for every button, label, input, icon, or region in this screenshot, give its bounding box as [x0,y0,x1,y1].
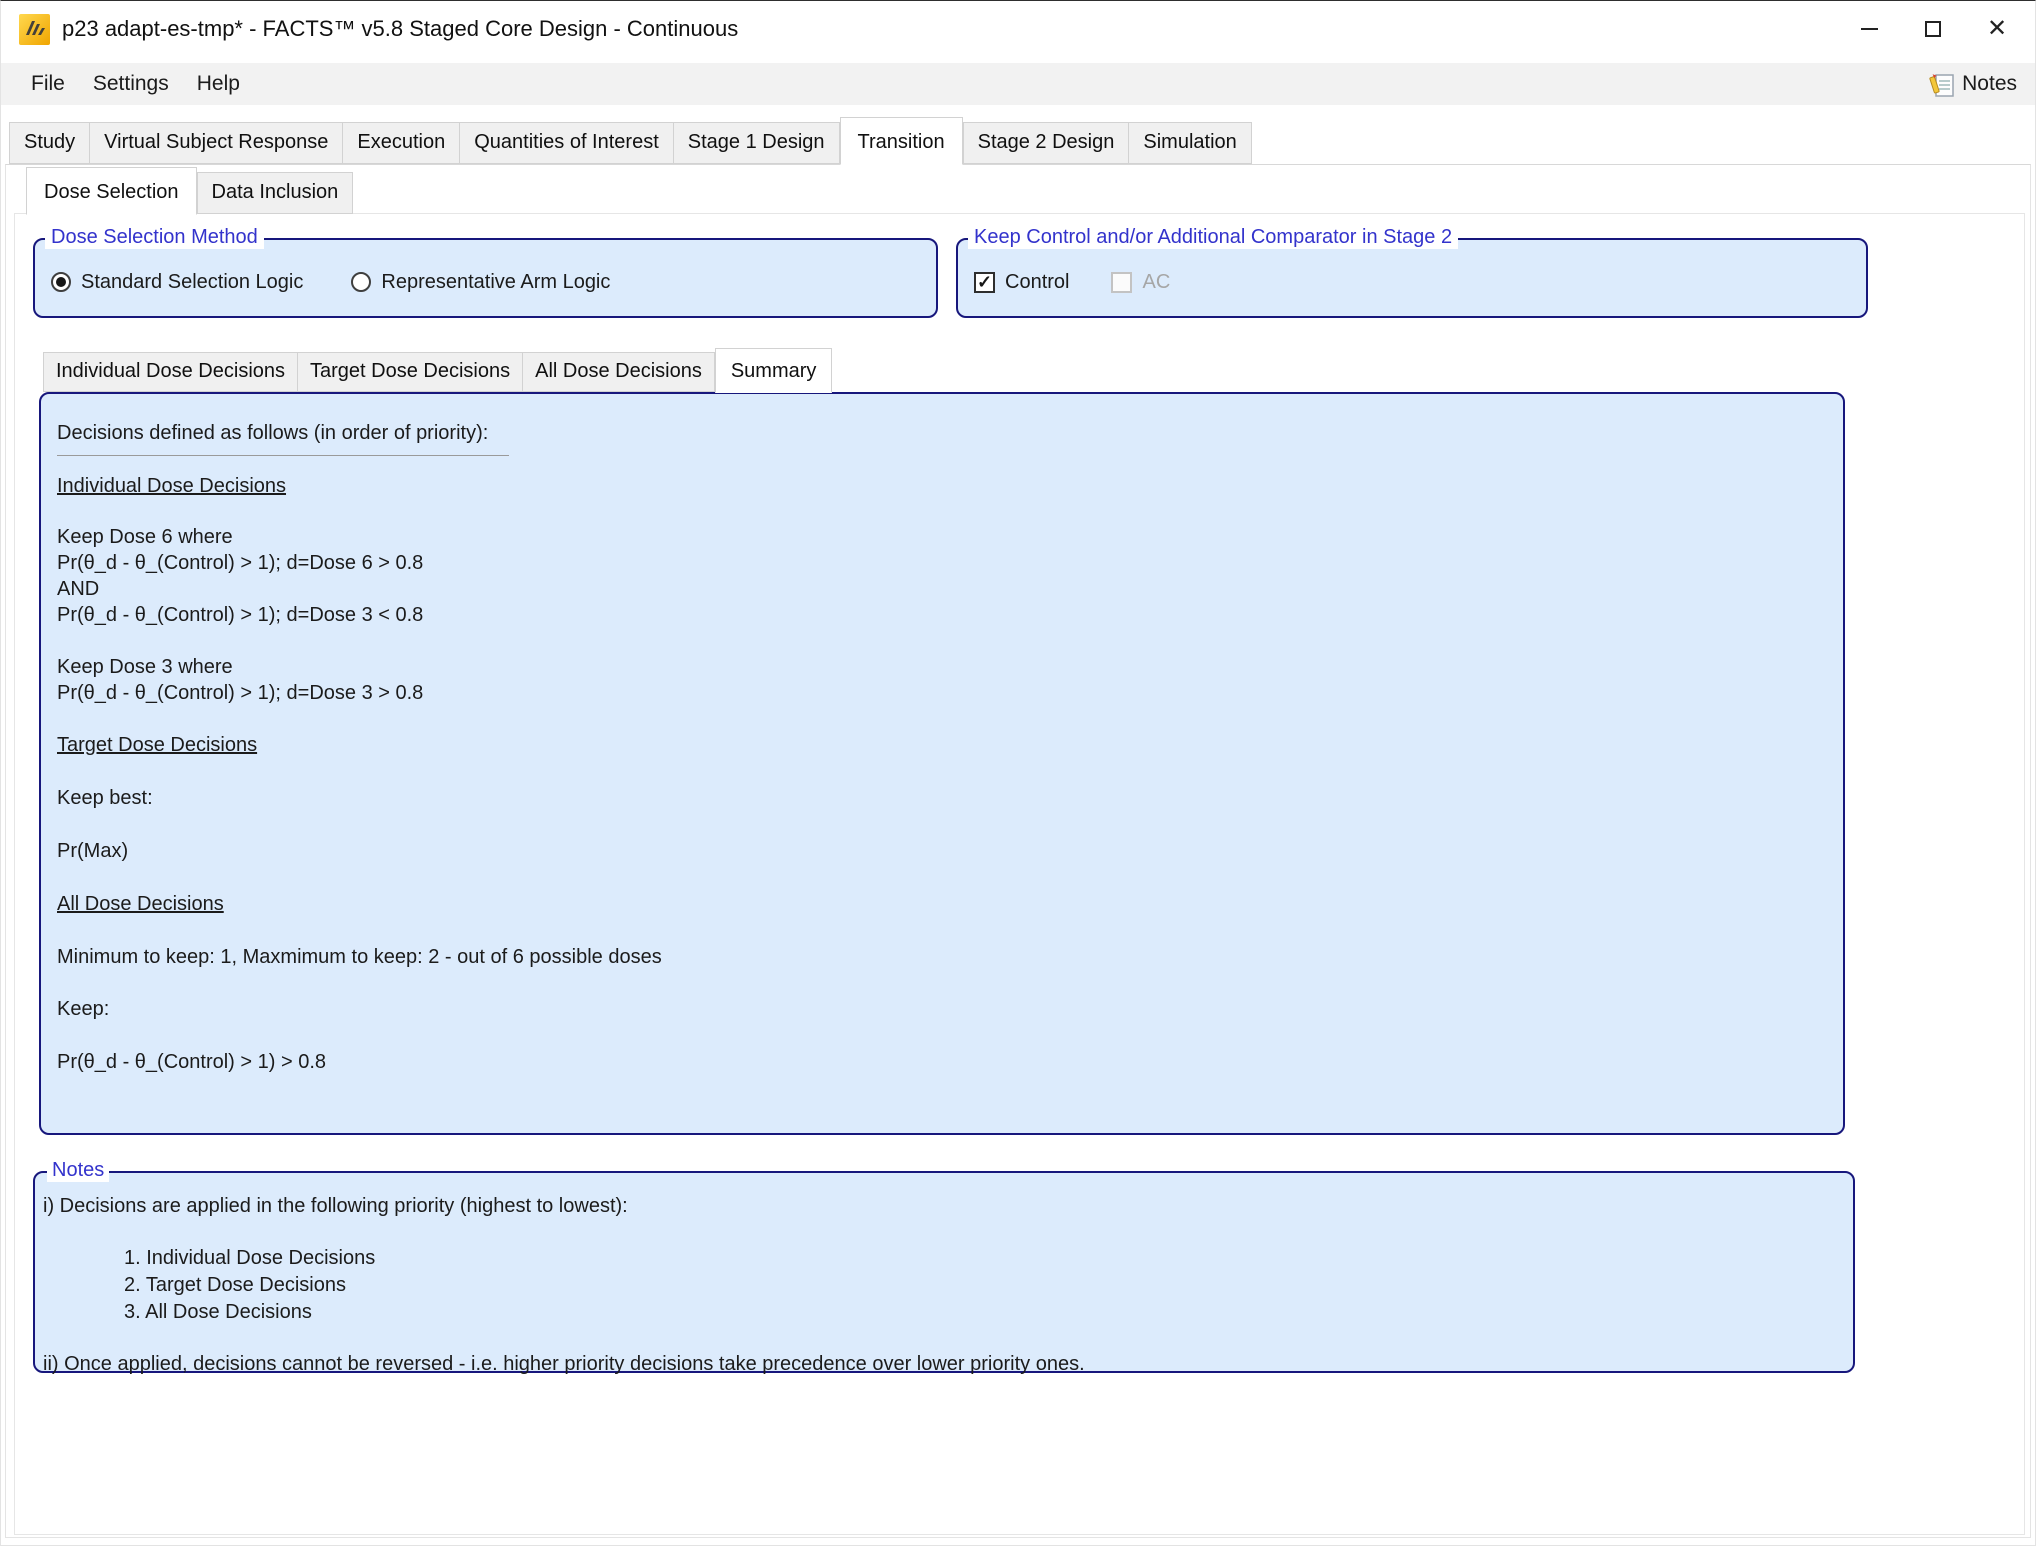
target-criterion-line: Pr(Max) [57,838,1819,864]
title-bar: p23 adapt-es-tmp* - FACTS™ v5.8 Staged C… [1,1,2035,57]
individual-dose-decisions-heading: Individual Dose Decisions [57,473,1819,499]
menu-help[interactable]: Help [183,72,254,96]
menu-bar: File Settings Help Notes [1,63,2035,105]
window-title: p23 adapt-es-tmp* - FACTS™ v5.8 Staged C… [62,16,738,42]
rule-line: Pr(θ_d - θ_(Control) > 1); d=Dose 3 > 0.… [57,680,1819,706]
dose-selection-method-options: Standard Selection Logic Representative … [35,240,936,316]
radio-selected-icon[interactable] [51,272,71,292]
sub-tab-bar: Dose Selection Data Inclusion [26,167,2030,214]
tab-stage-2-design[interactable]: Stage 2 Design [963,122,1130,164]
all-dose-decisions-heading: All Dose Decisions [57,891,1819,917]
target-keep-best-line: Keep best: [57,785,1819,811]
window-controls: ✕ [1837,1,2029,57]
radio-representative-arm-logic[interactable]: Representative Arm Logic [351,271,610,294]
notes-footer: ii) Once applied, decisions cannot be re… [43,1351,1833,1377]
radio-representative-arm-logic-label: Representative Arm Logic [381,271,610,294]
tab-target-dose-decisions[interactable]: Target Dose Decisions [298,352,523,392]
tab-study[interactable]: Study [9,122,90,164]
tab-data-inclusion[interactable]: Data Inclusion [197,172,354,214]
checkbox-disabled-icon [1111,272,1132,293]
checkbox-ac-label: AC [1142,271,1170,294]
checkbox-checked-icon[interactable] [974,272,995,293]
checkbox-control-label: Control [1005,271,1069,294]
radio-standard-selection-logic[interactable]: Standard Selection Logic [51,271,303,294]
decision-tab-bar: Individual Dose Decisions Target Dose De… [43,348,2024,392]
notes-priority-list: 1. Individual Dose Decisions 2. Target D… [124,1245,1833,1326]
notes-group-title: Notes [47,1159,109,1182]
maximize-icon[interactable] [1901,1,1965,57]
tab-stage-1-design[interactable]: Stage 1 Design [674,122,840,164]
tab-dose-selection[interactable]: Dose Selection [26,167,197,215]
notes-priority-item: 2. Target Dose Decisions [124,1272,1833,1299]
rule-line: AND [57,576,1819,602]
summary-intro-divider [57,455,509,456]
target-dose-decisions-heading: Target Dose Decisions [57,732,1819,758]
menu-settings[interactable]: Settings [79,72,183,96]
option-groups-row: Dose Selection Method Standard Selection… [33,238,2024,318]
dose-selection-method-group-title: Dose Selection Method [45,226,264,249]
notes-priority-item: 3. All Dose Decisions [124,1299,1833,1326]
checkbox-ac: AC [1111,271,1170,294]
tab-virtual-subject-response[interactable]: Virtual Subject Response [90,122,343,164]
tab-transition[interactable]: Transition [840,117,963,165]
facts-app-icon [19,14,50,45]
notes-intro: i) Decisions are applied in the followin… [43,1193,1833,1219]
tab-all-dose-decisions[interactable]: All Dose Decisions [523,352,715,392]
rule-line: Pr(θ_d - θ_(Control) > 1); d=Dose 6 > 0.… [57,550,1819,576]
summary-content: Decisions defined as follows (in order o… [41,394,1843,1075]
rule-line: Pr(θ_d - θ_(Control) > 1); d=Dose 3 < 0.… [57,602,1819,628]
transition-page: Dose Selection Data Inclusion Dose Selec… [5,164,2031,1538]
notes-content: i) Decisions are applied in the followin… [35,1173,1853,1377]
notes-group: Notes i) Decisions are applied in the fo… [33,1171,1855,1373]
all-criterion-line: Pr(θ_d - θ_(Control) > 1) > 0.8 [57,1049,1819,1075]
tab-quantities-of-interest[interactable]: Quantities of Interest [460,122,674,164]
notes-button[interactable]: Notes [1929,71,2017,98]
tab-individual-dose-decisions[interactable]: Individual Dose Decisions [43,352,298,392]
tab-execution[interactable]: Execution [343,122,460,164]
tab-summary[interactable]: Summary [715,348,833,393]
keep-control-group-title: Keep Control and/or Additional Comparato… [968,226,1458,249]
notes-notepad-icon [1929,71,1955,98]
radio-unselected-icon[interactable] [351,272,371,292]
rule-line: Keep Dose 3 where [57,654,1819,680]
dose-selection-page: Dose Selection Method Standard Selection… [14,213,2025,1535]
all-minmax-line: Minimum to keep: 1, Maxmimum to keep: 2 … [57,944,1819,970]
individual-rule-2: Keep Dose 3 where Pr(θ_d - θ_(Control) >… [57,654,1819,706]
keep-control-group: Keep Control and/or Additional Comparato… [956,238,1868,318]
menu-file[interactable]: File [17,72,79,96]
tab-simulation[interactable]: Simulation [1129,122,1251,164]
app-window: p23 adapt-es-tmp* - FACTS™ v5.8 Staged C… [0,0,2036,1546]
summary-intro: Decisions defined as follows (in order o… [57,420,1819,446]
keep-control-options: Control AC [958,240,1866,316]
all-keep-line: Keep: [57,996,1819,1022]
minimize-icon[interactable] [1837,1,1901,57]
radio-standard-selection-logic-label: Standard Selection Logic [81,271,303,294]
individual-rule-1: Keep Dose 6 where Pr(θ_d - θ_(Control) >… [57,524,1819,628]
close-icon[interactable]: ✕ [1965,1,2029,57]
checkbox-control[interactable]: Control [974,271,1069,294]
notes-button-label: Notes [1962,72,2017,96]
notes-priority-item: 1. Individual Dose Decisions [124,1245,1833,1272]
dose-selection-method-group: Dose Selection Method Standard Selection… [33,238,938,318]
summary-panel: Decisions defined as follows (in order o… [39,392,1845,1135]
rule-line: Keep Dose 6 where [57,524,1819,550]
main-tab-bar: Study Virtual Subject Response Execution… [9,117,2035,164]
